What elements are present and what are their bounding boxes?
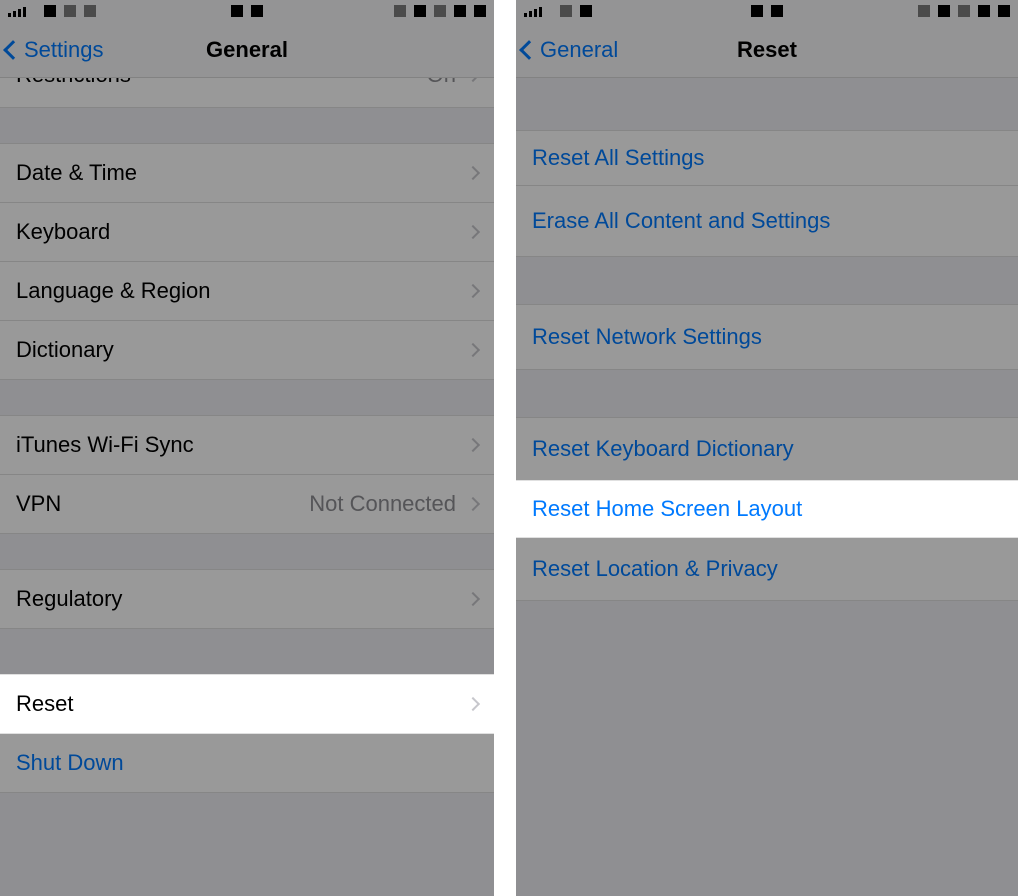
row-label: iTunes Wi-Fi Sync bbox=[16, 432, 468, 458]
row-value: Not Connected bbox=[309, 491, 456, 517]
row-shut-down[interactable]: Shut Down bbox=[0, 733, 494, 793]
row-reset-network[interactable]: Reset Network Settings bbox=[516, 304, 1018, 370]
row-date-time[interactable]: Date & Time bbox=[0, 143, 494, 203]
chevron-right-icon bbox=[466, 343, 480, 357]
row-label: Reset Home Screen Layout bbox=[532, 496, 1002, 522]
row-label: VPN bbox=[16, 491, 309, 517]
chevron-left-icon bbox=[3, 40, 23, 60]
row-label: Erase All Content and Settings bbox=[532, 208, 1002, 234]
nav-bar: General Reset bbox=[516, 22, 1018, 78]
status-squares-right bbox=[394, 5, 486, 17]
row-reset-keyboard-dictionary[interactable]: Reset Keyboard Dictionary bbox=[516, 417, 1018, 481]
chevron-right-icon bbox=[466, 166, 480, 180]
status-bar bbox=[0, 0, 494, 22]
row-value: On bbox=[427, 78, 456, 88]
chevron-right-icon bbox=[466, 78, 480, 82]
status-squares-right bbox=[918, 5, 1010, 17]
row-label: Shut Down bbox=[16, 750, 478, 776]
row-label: Date & Time bbox=[16, 160, 468, 186]
row-restrictions[interactable]: Restrictions On bbox=[0, 78, 494, 108]
chevron-right-icon bbox=[466, 697, 480, 711]
row-label: Restrictions bbox=[16, 78, 427, 88]
signal-icon bbox=[8, 5, 26, 17]
back-button[interactable]: General bbox=[516, 37, 618, 63]
row-label: Reset All Settings bbox=[532, 145, 1002, 171]
row-reset-all-settings[interactable]: Reset All Settings bbox=[516, 130, 1018, 186]
nav-bar: Settings General bbox=[0, 22, 494, 78]
group-reset-misc: Reset Keyboard Dictionary Reset Home Scr… bbox=[516, 417, 1018, 601]
row-label: Language & Region bbox=[16, 278, 468, 304]
row-label: Regulatory bbox=[16, 586, 468, 612]
row-regulatory[interactable]: Regulatory bbox=[0, 569, 494, 629]
status-squares-left bbox=[44, 5, 96, 17]
group-regulatory: Regulatory bbox=[0, 569, 494, 629]
status-squares-left bbox=[560, 5, 592, 17]
back-button[interactable]: Settings bbox=[0, 37, 104, 63]
signal-icon bbox=[524, 5, 542, 17]
page-title: General bbox=[206, 37, 288, 63]
row-vpn[interactable]: VPN Not Connected bbox=[0, 474, 494, 534]
status-squares-center bbox=[751, 5, 783, 17]
chevron-right-icon bbox=[466, 497, 480, 511]
row-itunes-wifi-sync[interactable]: iTunes Wi-Fi Sync bbox=[0, 415, 494, 475]
row-label: Reset Location & Privacy bbox=[532, 556, 1002, 582]
status-squares-center bbox=[231, 5, 263, 17]
row-label: Reset bbox=[16, 691, 468, 717]
group-reset-network: Reset Network Settings bbox=[516, 304, 1018, 370]
row-label: Keyboard bbox=[16, 219, 468, 245]
row-label: Dictionary bbox=[16, 337, 468, 363]
back-label: Settings bbox=[24, 37, 104, 63]
row-reset[interactable]: Reset bbox=[0, 674, 494, 734]
page-title: Reset bbox=[737, 37, 797, 63]
row-erase-all[interactable]: Erase All Content and Settings bbox=[516, 185, 1018, 257]
chevron-left-icon bbox=[519, 40, 539, 60]
row-dictionary[interactable]: Dictionary bbox=[0, 320, 494, 380]
group-reset-all: Reset All Settings Erase All Content and… bbox=[516, 130, 1018, 257]
group-reset-shutdown: Reset Shut Down bbox=[0, 674, 494, 793]
back-label: General bbox=[540, 37, 618, 63]
chevron-right-icon bbox=[466, 592, 480, 606]
row-reset-location-privacy[interactable]: Reset Location & Privacy bbox=[516, 537, 1018, 601]
chevron-right-icon bbox=[466, 284, 480, 298]
screenshot-general-settings: Settings General Restrictions On Date & … bbox=[0, 0, 494, 896]
screenshot-reset-settings: General Reset Reset All Settings Erase A… bbox=[516, 0, 1018, 896]
row-label: Reset Keyboard Dictionary bbox=[532, 436, 1002, 462]
row-label: Reset Network Settings bbox=[532, 324, 1002, 350]
chevron-right-icon bbox=[466, 438, 480, 452]
group-locale: Date & Time Keyboard Language & Region D… bbox=[0, 143, 494, 380]
row-reset-home-screen-layout[interactable]: Reset Home Screen Layout bbox=[516, 480, 1018, 538]
row-keyboard[interactable]: Keyboard bbox=[0, 202, 494, 262]
status-bar bbox=[516, 0, 1018, 22]
group-connectivity: iTunes Wi-Fi Sync VPN Not Connected bbox=[0, 415, 494, 534]
row-language-region[interactable]: Language & Region bbox=[0, 261, 494, 321]
chevron-right-icon bbox=[466, 225, 480, 239]
